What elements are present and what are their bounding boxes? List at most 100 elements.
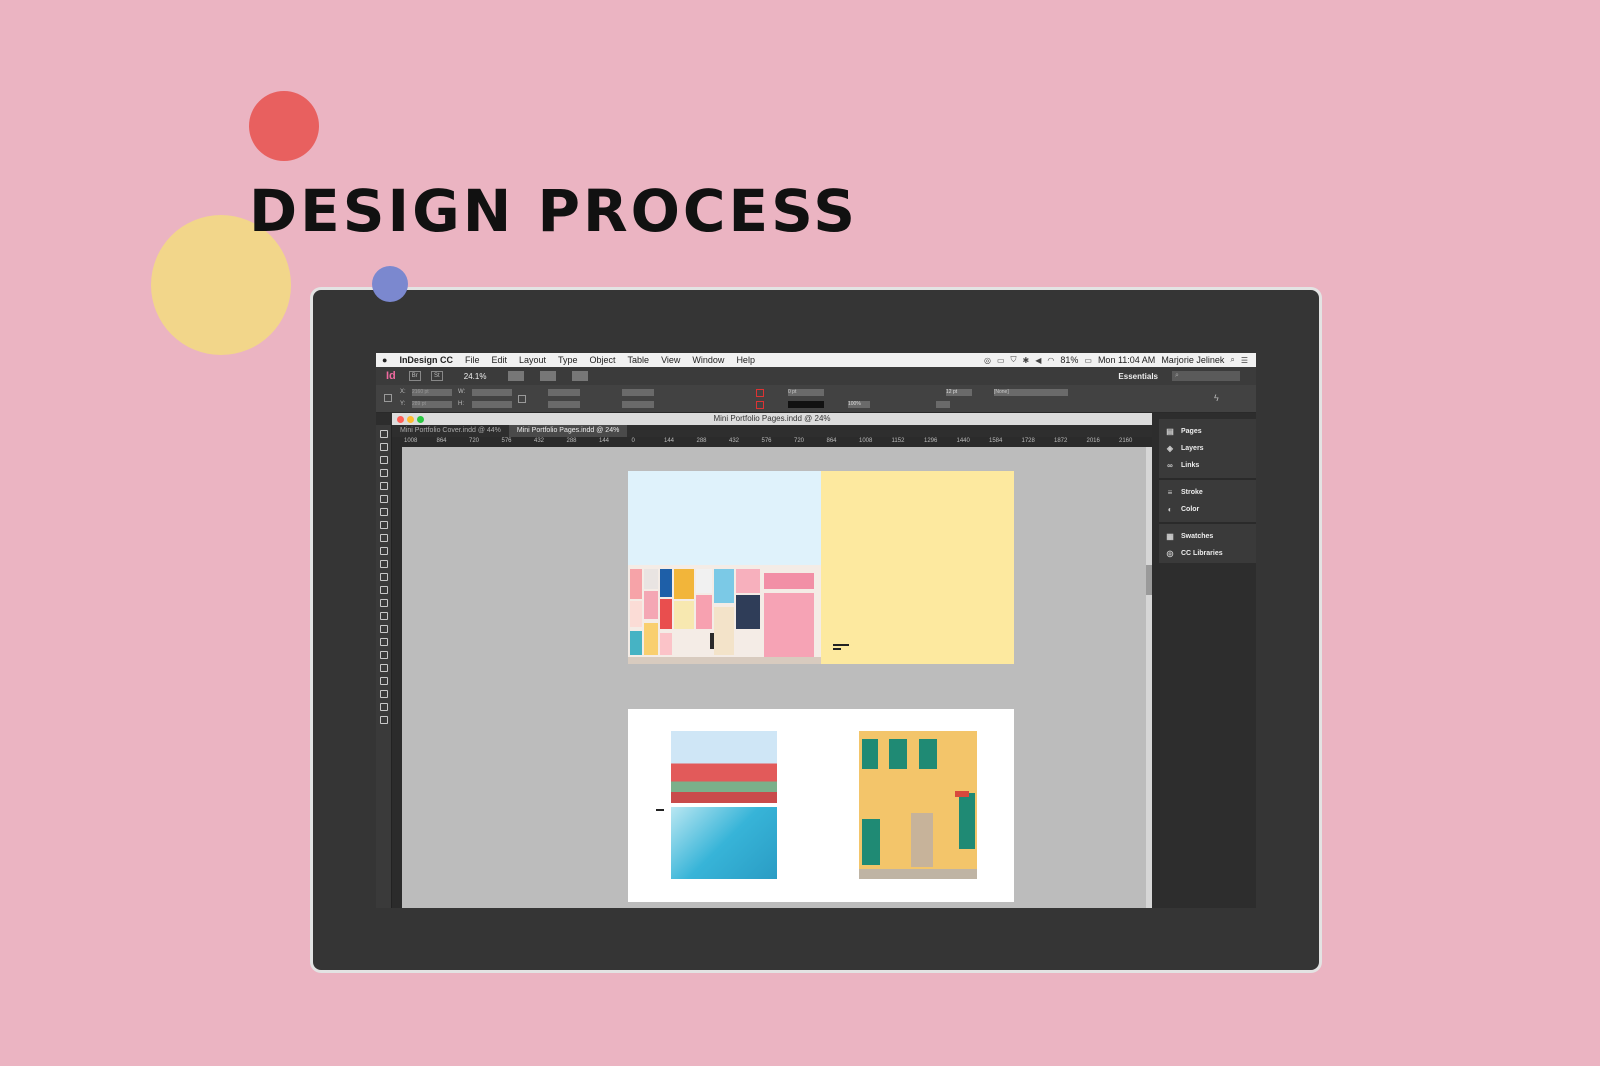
screen-mode-icon[interactable] [380, 716, 388, 724]
menu-file[interactable]: File [459, 355, 486, 365]
scale-y-field[interactable] [548, 401, 580, 408]
free-transform-tool-icon[interactable] [380, 586, 388, 594]
volume-icon[interactable]: ◀ [1035, 356, 1041, 365]
x-label: X: [400, 389, 406, 395]
zoom-level-select[interactable]: 24.1% [464, 372, 487, 381]
height-field[interactable] [472, 401, 512, 408]
menu-user[interactable]: Marjorie Jelinek [1161, 355, 1224, 365]
gap-tool-icon[interactable] [380, 469, 388, 477]
note-tool-icon[interactable] [380, 625, 388, 633]
ruler-tick-label: 2016 [1086, 438, 1100, 444]
shear-field[interactable] [622, 401, 654, 408]
reference-point-icon[interactable] [384, 394, 392, 402]
constrain-proportions-icon[interactable] [518, 395, 526, 403]
bluetooth-icon[interactable]: ✱ [1023, 356, 1030, 365]
apply-none-icon[interactable] [380, 703, 388, 711]
panel-color[interactable]: ◐ Color [1159, 501, 1256, 518]
opacity-field[interactable]: 100% [848, 401, 870, 408]
links-icon: ∞ [1167, 461, 1173, 470]
menu-app-name[interactable]: InDesign CC [393, 355, 459, 365]
page-4[interactable] [821, 709, 1014, 902]
apple-menu-icon[interactable]: ● [376, 355, 393, 365]
arrange-documents-button[interactable] [572, 371, 589, 381]
battery-icon[interactable]: ▭ [1084, 356, 1092, 365]
page-1[interactable] [628, 471, 821, 664]
tab-cover-document[interactable]: Mini Portfolio Cover.indd @ 44% [392, 425, 509, 437]
rotation-field[interactable] [622, 389, 654, 396]
wifi-icon[interactable]: ◠ [1047, 356, 1054, 365]
zoom-tool-icon[interactable] [380, 664, 388, 672]
page-2[interactable] [821, 471, 1014, 664]
gradient-swatch-tool-icon[interactable] [380, 599, 388, 607]
mac-menu-bar: ● InDesign CC File Edit Layout Type Obje… [376, 353, 1256, 367]
menu-clock[interactable]: Mon 11:04 AM [1098, 355, 1155, 365]
notification-center-icon[interactable]: ☰ [1241, 356, 1248, 365]
layers-icon: ◈ [1166, 444, 1174, 453]
houses-photo [671, 731, 777, 803]
rectangle-tool-icon[interactable] [380, 560, 388, 568]
x-position-field[interactable]: 2160 pt [412, 389, 452, 396]
frame-fitting-select[interactable] [936, 401, 950, 408]
help-search-input[interactable]: ⌕ [1172, 371, 1240, 381]
menu-edit[interactable]: Edit [485, 355, 513, 365]
panel-label: Stroke [1181, 489, 1203, 496]
decor-red-circle [249, 91, 319, 161]
pasteboard[interactable] [402, 447, 1152, 908]
zoom-window-button[interactable] [417, 416, 424, 423]
workspace-switcher[interactable]: Essentials [1118, 372, 1158, 381]
panel-layers[interactable]: ◈ Layers [1159, 440, 1256, 457]
tab-pages-document[interactable]: Mini Portfolio Pages.indd @ 24% [508, 425, 628, 437]
eyedropper-tool-icon[interactable] [380, 638, 388, 646]
menu-help[interactable]: Help [730, 355, 761, 365]
menu-object[interactable]: Object [584, 355, 622, 365]
panel-pages[interactable]: ▤ Pages [1159, 423, 1256, 440]
menu-layout[interactable]: Layout [513, 355, 552, 365]
fill-stroke-icon[interactable] [380, 677, 388, 685]
shield-icon[interactable]: ⛉ [1011, 355, 1017, 365]
type-tool-icon[interactable] [380, 495, 388, 503]
fill-swatch-icon[interactable] [756, 389, 764, 397]
indesign-logo: Id [386, 370, 396, 382]
content-collector-icon[interactable] [380, 482, 388, 490]
view-options-button[interactable] [508, 371, 525, 381]
rectangle-frame-tool-icon[interactable] [380, 547, 388, 555]
hand-tool-icon[interactable] [380, 651, 388, 659]
scale-x-field[interactable] [548, 389, 580, 396]
y-position-field[interactable]: 289 pt [412, 401, 452, 408]
object-style-select[interactable]: [None] [994, 389, 1068, 396]
menu-table[interactable]: Table [622, 355, 656, 365]
stock-button[interactable]: St [430, 371, 443, 381]
menu-view[interactable]: View [655, 355, 686, 365]
stroke-weight-field[interactable]: 0 pt [788, 389, 824, 396]
screen-mode-button[interactable] [540, 371, 557, 381]
text-frame-marker [656, 809, 664, 811]
display-icon[interactable]: ▭ [997, 356, 1005, 365]
formatting-icon[interactable] [380, 690, 388, 698]
panel-stroke[interactable]: ≡ Stroke [1159, 484, 1256, 501]
page-tool-icon[interactable] [380, 456, 388, 464]
creative-cloud-icon[interactable]: ◎ [984, 356, 991, 365]
page-headline: DESIGN PROCESS [249, 177, 859, 245]
bridge-button[interactable]: Br [408, 371, 421, 381]
spotlight-search-icon[interactable]: ⌕ [1230, 355, 1234, 365]
line-tool-icon[interactable] [380, 508, 388, 516]
close-window-button[interactable] [397, 416, 404, 423]
scissors-tool-icon[interactable] [380, 573, 388, 581]
minimize-window-button[interactable] [407, 416, 414, 423]
menu-window[interactable]: Window [686, 355, 730, 365]
panel-swatches[interactable]: ▦ Swatches [1159, 528, 1256, 545]
page-3[interactable] [628, 709, 821, 902]
stroke-type-select[interactable] [788, 401, 824, 408]
menu-type[interactable]: Type [552, 355, 584, 365]
direct-selection-tool-icon[interactable] [380, 443, 388, 451]
panel-links[interactable]: ∞ Links [1159, 457, 1256, 474]
gradient-feather-tool-icon[interactable] [380, 612, 388, 620]
pen-tool-icon[interactable] [380, 521, 388, 529]
pencil-tool-icon[interactable] [380, 534, 388, 542]
selection-tool-icon[interactable] [380, 430, 388, 438]
panel-cc-libraries[interactable]: ◎ CC Libraries [1159, 545, 1256, 562]
quick-apply-icon[interactable]: ϟ [1214, 393, 1219, 403]
font-size-field[interactable]: 12 pt [946, 389, 972, 396]
width-field[interactable] [472, 389, 512, 396]
stroke-swatch-icon[interactable] [756, 401, 764, 409]
